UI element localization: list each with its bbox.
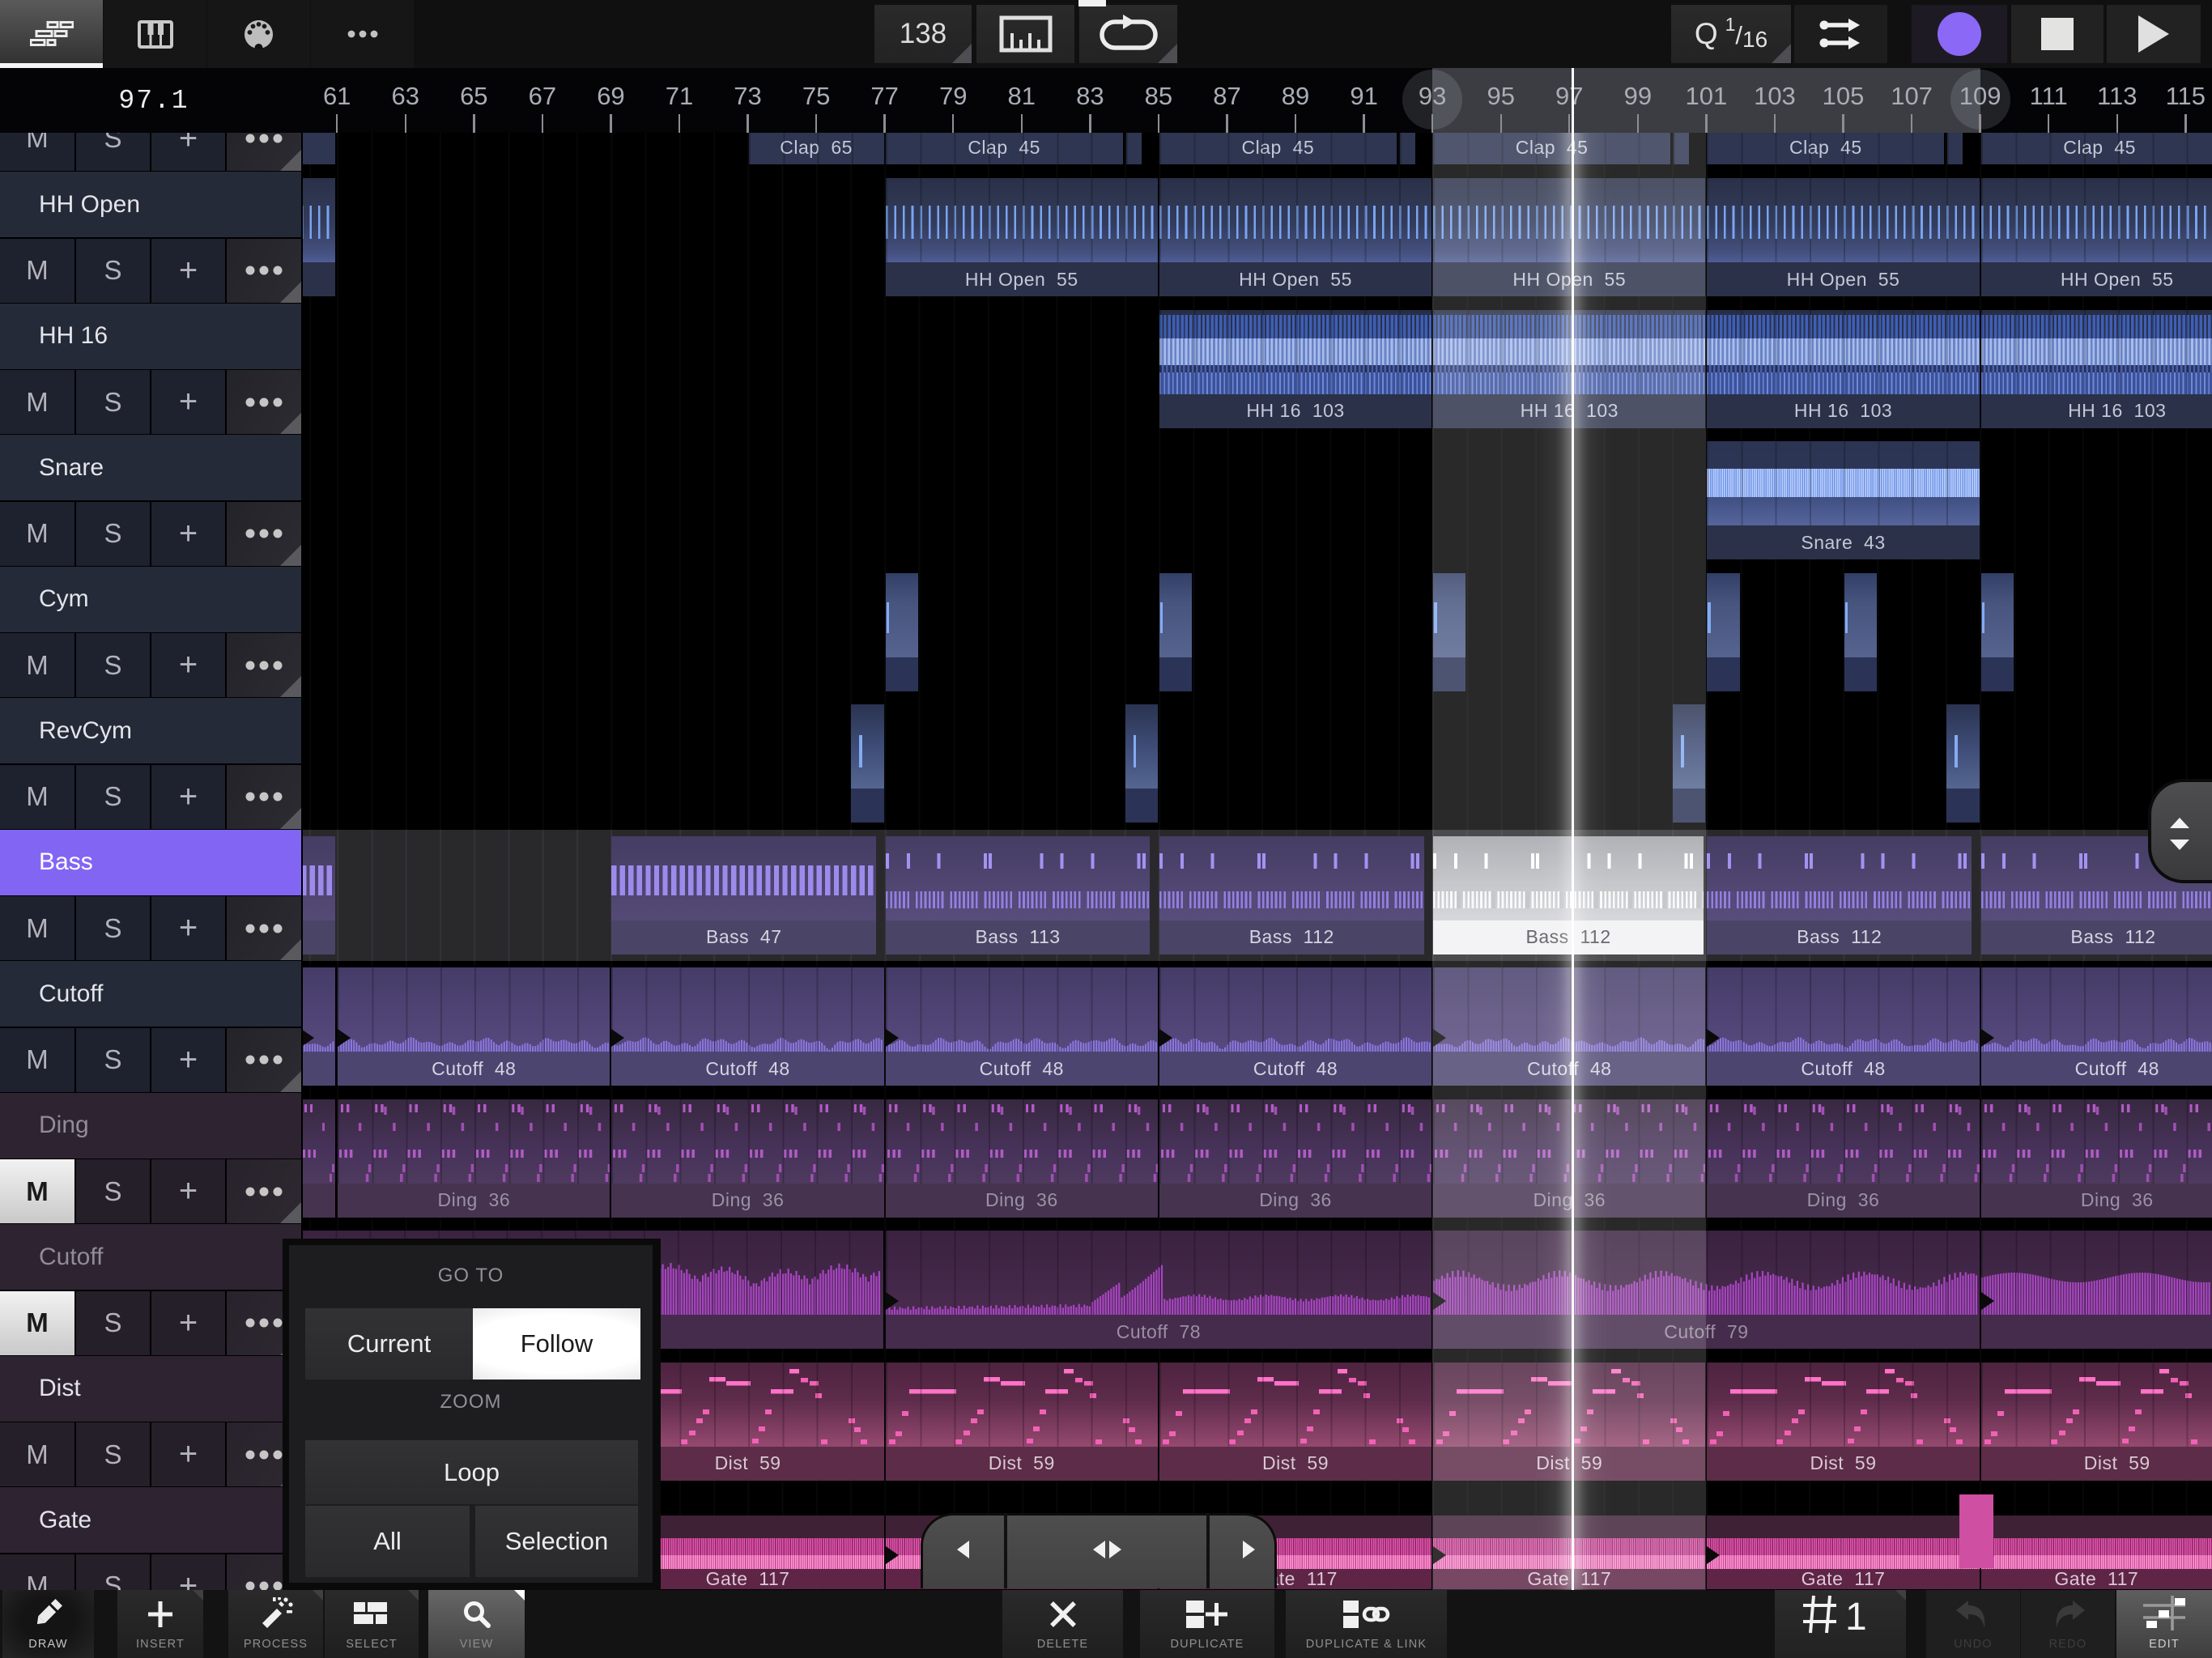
svg-text:1: 1 <box>1845 1596 1867 1635</box>
